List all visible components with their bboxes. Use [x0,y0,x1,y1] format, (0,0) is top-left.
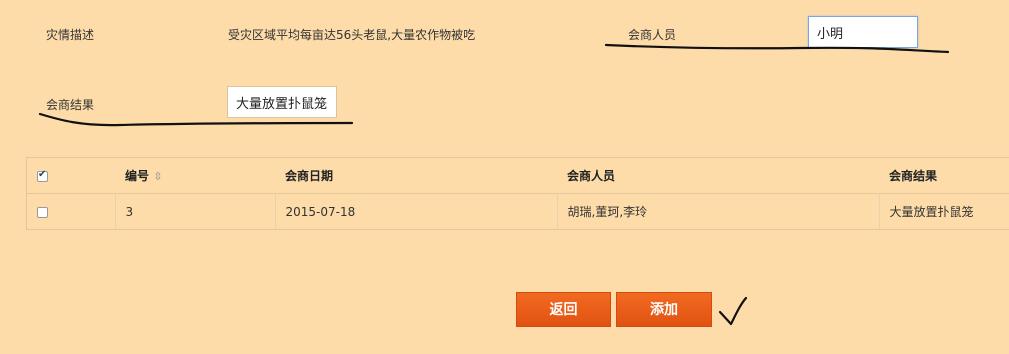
checkmark-icon [718,296,748,326]
consult-members-label: 会商人员 [628,28,677,42]
table-row[interactable]: 3 2015-07-18 胡瑞,董珂,李玲 大量放置扑鼠笼 [26,193,1009,230]
disaster-description-text: 受灾区域平均每亩达56头老鼠,大量农作物被吃 [228,28,476,42]
consult-members-input[interactable] [808,16,918,48]
header-date: 会商日期 [275,157,557,194]
consult-table: 编号 ⇳ 会商日期 会商人员 会商结果 3 2015-07-18 胡瑞,董珂,李… [26,157,1009,230]
sort-icon[interactable]: ⇳ [153,170,162,183]
row-result: 大量放置扑鼠笼 [878,193,1009,230]
consult-result-label: 会商结果 [46,98,95,112]
table-header-row: 编号 ⇳ 会商日期 会商人员 会商结果 [26,157,1009,194]
header-result: 会商结果 [879,157,1009,194]
header-id[interactable]: 编号 ⇳ [115,157,275,194]
header-members: 会商人员 [557,157,879,194]
header-id-label: 编号 [125,169,150,183]
add-button[interactable]: 添加 [616,292,712,327]
disaster-description-label: 灾情描述 [46,28,95,42]
row-members: 胡瑞,董珂,李玲 [556,193,879,230]
row-select-cell [26,193,115,230]
consult-result-input[interactable] [227,86,337,118]
back-button[interactable]: 返回 [516,292,611,327]
select-all-checkbox[interactable] [37,169,48,182]
select-all-cell [26,157,115,194]
row-date: 2015-07-18 [274,193,557,230]
row-id: 3 [114,193,275,230]
row-checkbox[interactable] [37,206,48,218]
